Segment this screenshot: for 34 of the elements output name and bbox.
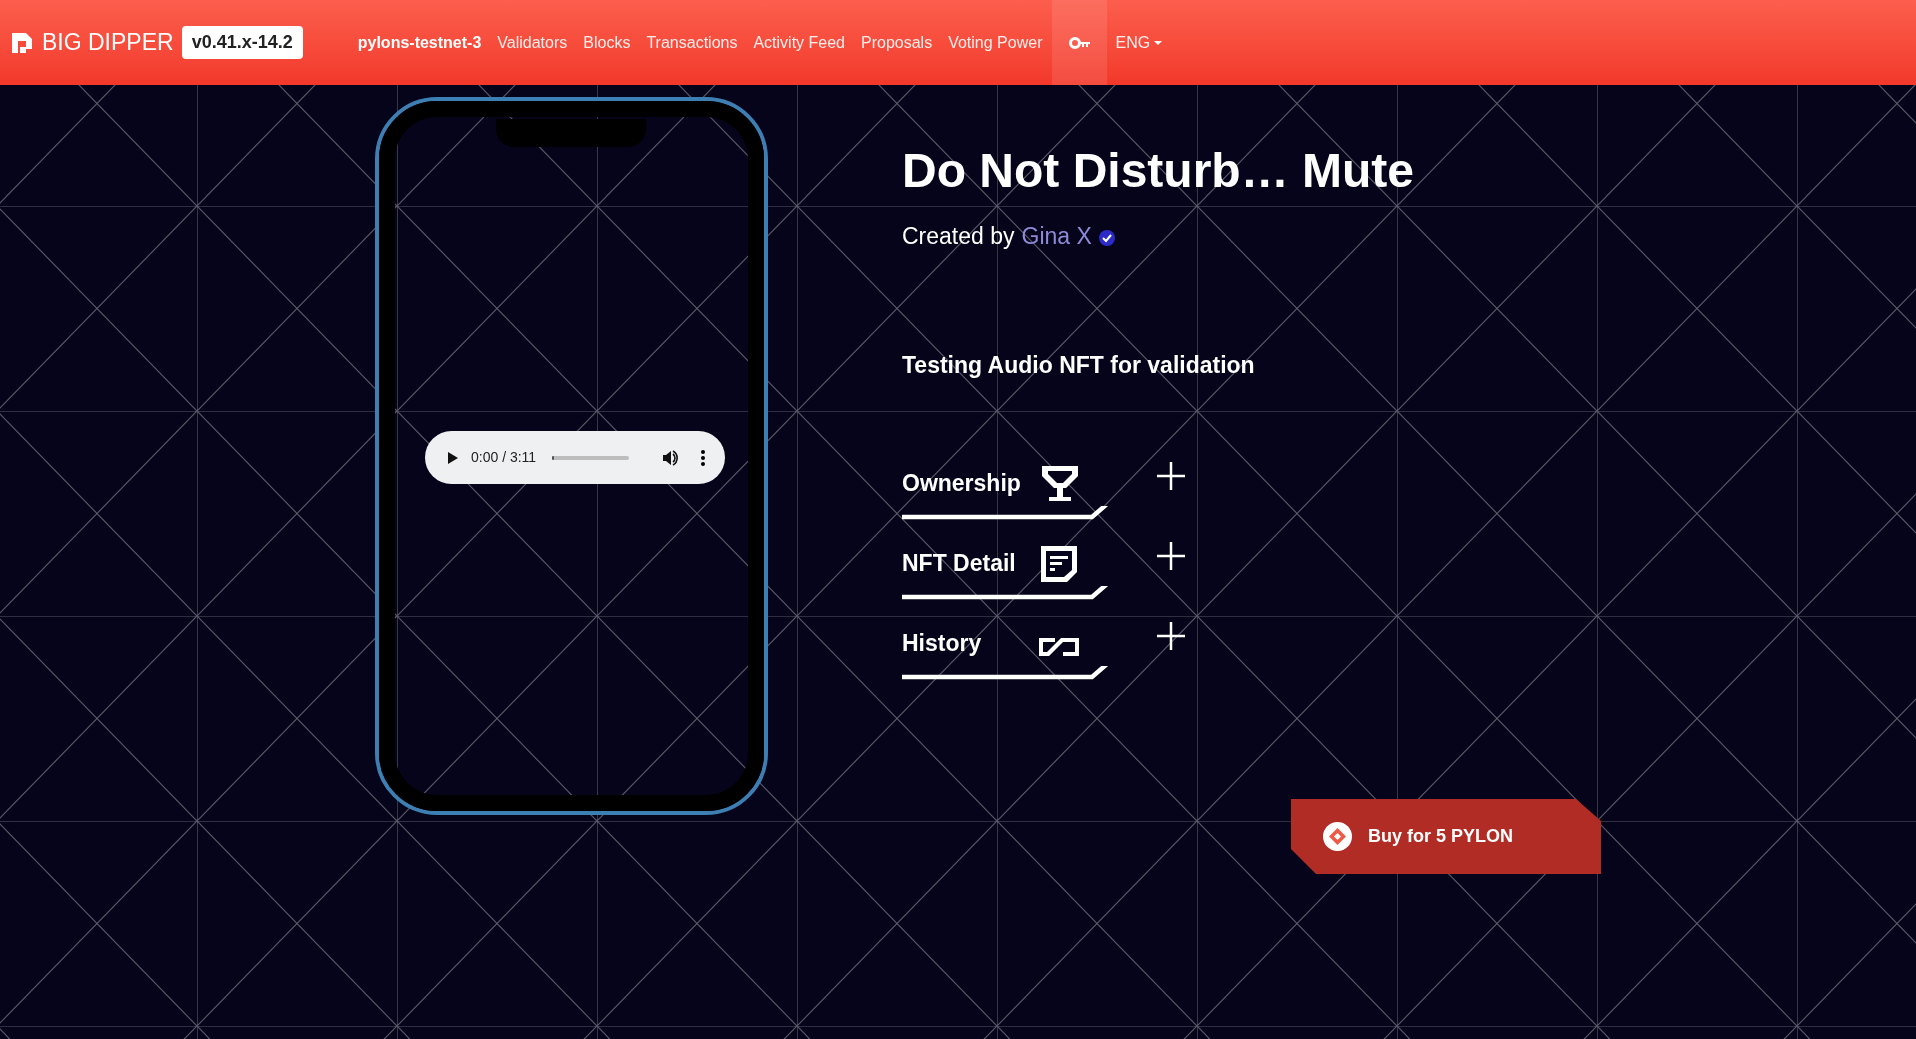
chain-id: pylons-testnet-3 <box>357 32 482 53</box>
plus-icon[interactable] <box>1157 622 1185 650</box>
link-icon <box>1039 636 1079 658</box>
creator-link[interactable]: Gina X <box>1021 219 1092 254</box>
language-dropdown[interactable]: ENG <box>1107 30 1171 55</box>
play-button[interactable] <box>445 450 459 465</box>
plus-icon[interactable] <box>1157 542 1185 570</box>
buy-button[interactable]: Buy for 5 PYLON <box>1291 799 1601 874</box>
key-icon <box>1068 36 1091 49</box>
plus-icon[interactable] <box>1157 462 1185 490</box>
accordion-header[interactable]: History <box>902 628 982 658</box>
accordion-header[interactable]: NFT Detail <box>902 548 1016 578</box>
progress-track[interactable] <box>552 455 629 460</box>
nav-link[interactable]: Validators <box>489 30 576 55</box>
nft-description: Testing Audio NFT for validation <box>902 350 1256 380</box>
verified-icon <box>1098 230 1115 247</box>
time-display: 0:00 / 3:11 <box>471 448 537 467</box>
more-options-button[interactable] <box>701 449 705 466</box>
brand-name[interactable]: BIG DIPPER <box>42 25 174 60</box>
coin-icon <box>1323 822 1352 851</box>
nav-link[interactable]: Blocks <box>575 30 639 55</box>
nft-title: Do Not Disturb… Mute <box>902 143 1415 199</box>
volume-button[interactable] <box>661 448 679 467</box>
accordion-header[interactable]: Ownership <box>902 468 1021 498</box>
nav-link[interactable]: Proposals <box>853 30 941 55</box>
created-by-label: Created by <box>902 222 1015 251</box>
trophy-icon <box>1039 464 1081 504</box>
nav-link[interactable]: Voting Power <box>940 30 1051 55</box>
document-icon <box>1039 544 1079 584</box>
nav-link[interactable]: Activity Feed <box>745 30 853 55</box>
caret-icon <box>1154 40 1163 45</box>
nav-link[interactable]: Transactions <box>638 30 746 55</box>
key-button[interactable] <box>1052 0 1108 85</box>
version-badge: v0.41.x-14.2 <box>181 26 303 59</box>
